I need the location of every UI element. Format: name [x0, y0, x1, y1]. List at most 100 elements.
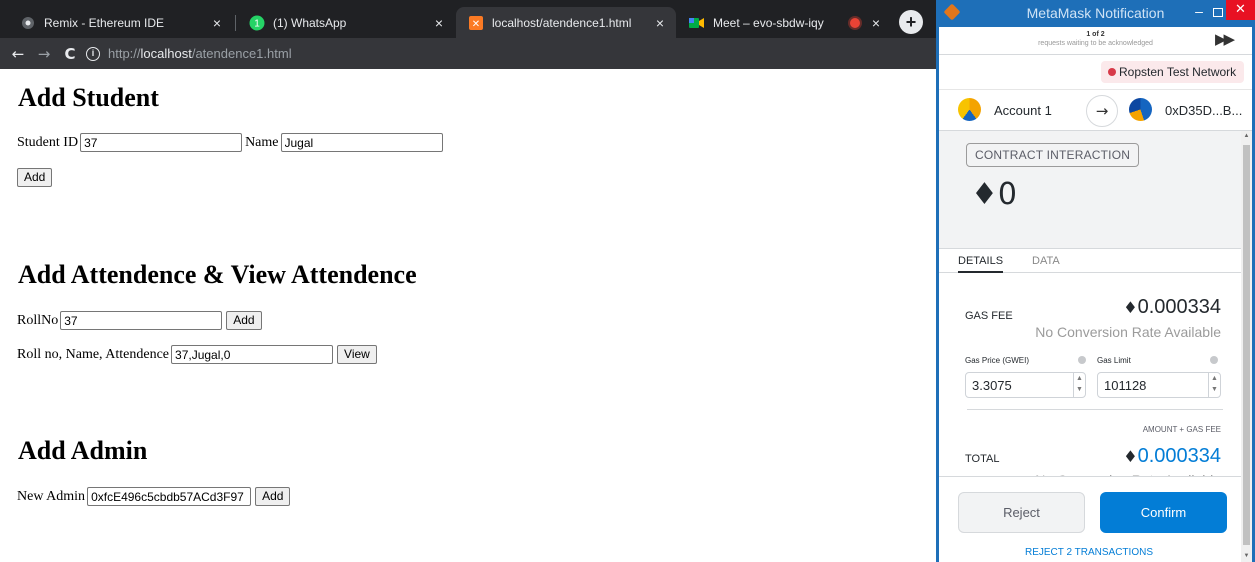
- add-admin-button[interactable]: Add: [255, 487, 291, 506]
- reject-all-link[interactable]: REJECT 2 TRANSACTIONS: [939, 547, 1239, 558]
- add-student-button[interactable]: Add: [17, 168, 53, 187]
- browser-window: Remix - Ethereum IDE × 1 (1) WhatsApp × …: [0, 0, 940, 562]
- queue-count: 1 of 2: [1086, 31, 1105, 38]
- scrollbar[interactable]: ▲ ▼: [1241, 131, 1252, 562]
- view-output[interactable]: [171, 345, 334, 364]
- attendance-heading: Add Attendence & View Attendence: [18, 260, 417, 289]
- new-admin-input[interactable]: [87, 487, 252, 506]
- roll-label: RollNo: [17, 312, 59, 328]
- next-request-icon[interactable]: ▶▶: [1215, 30, 1235, 48]
- gas-limit-label: Gas Limit: [1097, 356, 1131, 365]
- meet-icon: [689, 15, 705, 31]
- add-attendance-button[interactable]: Add: [226, 311, 262, 330]
- roll-input[interactable]: [60, 311, 223, 330]
- scroll-thumb[interactable]: [1243, 145, 1250, 545]
- forward-icon[interactable]: →: [34, 44, 54, 64]
- tab-localhost[interactable]: ✕ localhost/atendence1.html ×: [456, 7, 676, 38]
- reload-icon[interactable]: C: [60, 44, 80, 64]
- whatsapp-badge: 1: [254, 18, 260, 29]
- add-student-row: Student ID Name: [17, 133, 444, 152]
- network-status-dot: [1108, 68, 1116, 76]
- view-attendance-button[interactable]: View: [337, 345, 377, 364]
- student-name-label: Name: [245, 134, 279, 150]
- gas-limit-value: 101128: [1104, 378, 1147, 393]
- window-close-button[interactable]: ✕: [1226, 0, 1255, 20]
- request-queue: 1 of 2 requests waiting to be acknowledg…: [939, 27, 1252, 55]
- admin-row: New Admin Add: [17, 487, 291, 506]
- xampp-icon: ✕: [468, 15, 484, 31]
- tab-label: (1) WhatsApp: [273, 15, 347, 30]
- gas-fee-label: GAS FEE: [965, 310, 1013, 322]
- student-id-label: Student ID: [17, 134, 79, 150]
- tab-data[interactable]: DATA: [1032, 249, 1060, 273]
- close-icon[interactable]: ×: [209, 15, 225, 31]
- gas-price-value: 3.3075: [972, 378, 1012, 393]
- gas-limit-input[interactable]: 101128 ▲ ▼: [1097, 372, 1221, 398]
- gas-limit-stepper-icon[interactable]: ▲ ▼: [1208, 373, 1220, 397]
- remix-icon: [20, 15, 36, 31]
- metamask-window: MetaMask Notification – ✕ 1 of 2 request…: [936, 0, 1255, 562]
- add-student-actions: Add: [14, 168, 53, 187]
- amount-value: 0: [997, 177, 1017, 212]
- gas-price-info-icon[interactable]: [1078, 356, 1086, 364]
- gas-limit-info-icon[interactable]: [1210, 356, 1218, 364]
- details-tabs: DETAILS DATA: [939, 249, 1252, 273]
- amount-display: ♦0: [971, 177, 1017, 212]
- address-bar[interactable]: http://localhost/atendence1.html: [108, 45, 908, 63]
- details-panel: GAS FEE ♦0.000334 No Conversion Rate Ava…: [939, 273, 1252, 488]
- gas-price-stepper-icon[interactable]: ▲ ▼: [1073, 373, 1085, 397]
- new-admin-label: New Admin: [17, 488, 86, 504]
- scroll-down-icon[interactable]: ▼: [1241, 551, 1252, 562]
- confirm-button[interactable]: Confirm: [1100, 492, 1227, 533]
- whatsapp-icon: 1: [249, 15, 265, 31]
- close-icon[interactable]: ×: [431, 15, 447, 31]
- total-label: TOTAL: [965, 453, 1000, 465]
- total-amount: 0.000334: [1137, 445, 1221, 467]
- student-name-input[interactable]: [280, 133, 443, 152]
- url-path: /atendence1.html: [191, 46, 292, 61]
- queue-text: requests waiting to be acknowledged: [1038, 40, 1153, 47]
- divider: [967, 409, 1223, 410]
- gas-price-label: Gas Price (GWEI): [965, 356, 1030, 365]
- contract-interaction-badge: CONTRACT INTERACTION: [966, 143, 1140, 167]
- maximize-button[interactable]: [1213, 8, 1223, 17]
- tab-remix[interactable]: Remix - Ethereum IDE ×: [8, 7, 233, 38]
- network-name: Ropsten Test Network: [1119, 65, 1237, 79]
- network-badge[interactable]: Ropsten Test Network: [1101, 61, 1245, 83]
- gas-fee-amount: 0.000334: [1137, 296, 1221, 318]
- new-tab-button[interactable]: +: [899, 10, 923, 34]
- tab-label: localhost/atendence1.html: [492, 15, 632, 30]
- site-info-icon[interactable]: i: [86, 47, 100, 61]
- browser-toolbar: ← → C i http://localhost/atendence1.html: [0, 38, 940, 69]
- from-avatar: [958, 98, 981, 121]
- view-label: Roll no, Name, Attendence: [17, 346, 170, 362]
- reject-button[interactable]: Reject: [958, 492, 1085, 533]
- tab-label: Remix - Ethereum IDE: [44, 15, 165, 30]
- tab-label: Meet – evo-sbdw-iqy: [713, 15, 824, 30]
- arrow-right-icon: →: [1086, 95, 1118, 127]
- tab-whatsapp[interactable]: 1 (1) WhatsApp ×: [237, 7, 455, 38]
- close-icon[interactable]: ×: [868, 15, 884, 31]
- to-avatar: [1129, 98, 1152, 121]
- from-account[interactable]: Account 1: [994, 103, 1052, 118]
- back-icon[interactable]: ←: [8, 44, 28, 64]
- tab-details[interactable]: DETAILS: [958, 249, 1004, 273]
- eth-icon: ♦: [1123, 298, 1138, 317]
- close-icon[interactable]: ×: [652, 15, 668, 31]
- gas-price-input[interactable]: 3.3075 ▲ ▼: [965, 372, 1086, 398]
- add-student-heading: Add Student: [18, 83, 159, 112]
- scroll-up-icon[interactable]: ▲: [1241, 131, 1252, 142]
- eth-icon: ♦: [971, 177, 998, 212]
- recording-icon: [850, 17, 860, 28]
- student-id-input[interactable]: [80, 133, 243, 152]
- svg-text:✕: ✕: [472, 19, 480, 30]
- tab-separator: [235, 15, 236, 31]
- tab-meet[interactable]: Meet – evo-sbdw-iqy ×: [677, 7, 892, 38]
- eth-icon: ♦: [1123, 447, 1138, 466]
- tab-strip: Remix - Ethereum IDE × 1 (1) WhatsApp × …: [0, 0, 940, 38]
- gas-fee-conversion: No Conversion Rate Available: [1035, 324, 1221, 340]
- url-scheme: http://: [108, 46, 141, 61]
- minimize-button[interactable]: –: [1189, 0, 1209, 27]
- to-account[interactable]: 0xD35D...B...: [1165, 103, 1242, 118]
- metamask-body: 1 of 2 requests waiting to be acknowledg…: [939, 27, 1252, 562]
